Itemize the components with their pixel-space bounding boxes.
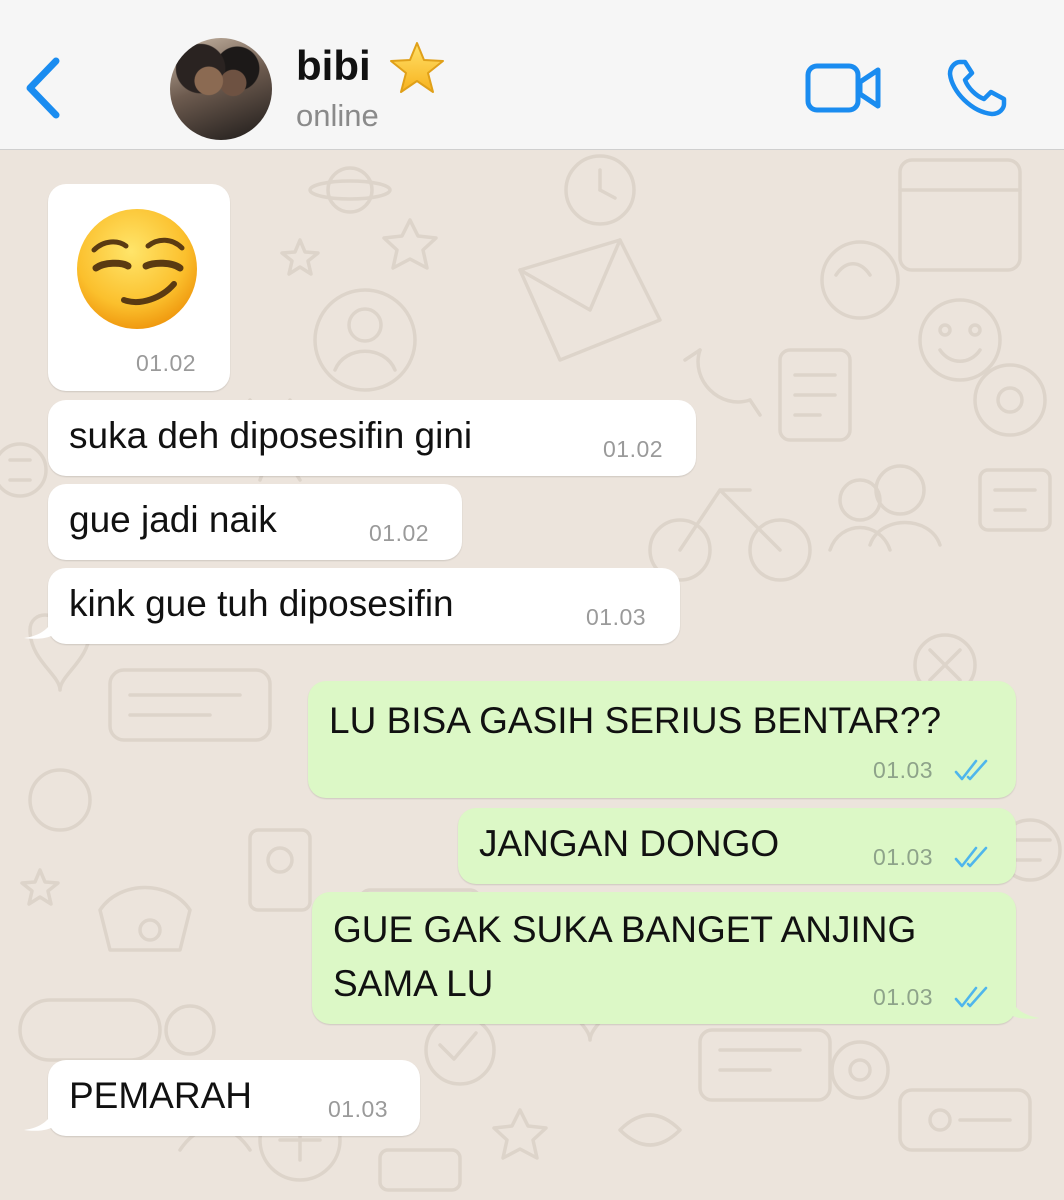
message-time: 01.03 bbox=[328, 1096, 389, 1122]
message-time: 01.03 bbox=[873, 757, 934, 783]
message-text: JANGAN DONGO bbox=[479, 823, 780, 864]
incoming-message[interactable]: PEMARAH 01.03 bbox=[48, 1060, 420, 1136]
message-text-line-1: GUE GAK SUKA BANGET ANJING bbox=[333, 909, 917, 950]
message-text: PEMARAH bbox=[69, 1075, 252, 1116]
message-time: 01.03 bbox=[873, 844, 934, 870]
message-text: kink gue tuh diposesifin bbox=[69, 583, 454, 624]
read-receipt-icon bbox=[954, 986, 988, 1008]
avatar[interactable] bbox=[170, 38, 272, 140]
outgoing-message[interactable]: GUE GAK SUKA BANGET ANJING SAMA LU 01.03 bbox=[312, 892, 1016, 1024]
message-text-line-2: SAMA LU bbox=[333, 963, 494, 1004]
message-time: 01.02 bbox=[369, 520, 430, 546]
read-receipt-icon bbox=[954, 846, 988, 868]
video-camera-icon[interactable] bbox=[804, 62, 882, 114]
incoming-message[interactable]: gue jadi naik 01.02 bbox=[48, 484, 462, 560]
outgoing-message[interactable]: LU BISA GASIH SERIUS BENTAR?? 01.03 bbox=[308, 681, 1016, 798]
star-icon bbox=[390, 42, 444, 93]
message-time: 01.02 bbox=[136, 350, 197, 376]
bubble-tail bbox=[24, 614, 54, 639]
outgoing-message[interactable]: JANGAN DONGO 01.03 bbox=[458, 808, 1016, 884]
message-time: 01.03 bbox=[873, 984, 934, 1010]
chevron-left-icon[interactable] bbox=[22, 55, 66, 121]
message-time: 01.03 bbox=[586, 604, 647, 630]
contact-status: online bbox=[296, 98, 379, 133]
smirking-face-icon bbox=[77, 209, 197, 329]
contact-name[interactable]: bibi bbox=[296, 40, 371, 92]
chat-area[interactable]: 01.02 suka deh diposesifin gini 01.02 gu… bbox=[0, 150, 1064, 1200]
message-text: suka deh diposesifin gini bbox=[69, 415, 473, 456]
incoming-emoji-message[interactable]: 01.02 bbox=[48, 184, 230, 391]
bubble-tail bbox=[24, 1106, 54, 1131]
read-receipt-icon bbox=[954, 759, 988, 781]
message-text: LU BISA GASIH SERIUS BENTAR?? bbox=[329, 700, 942, 741]
incoming-message[interactable]: kink gue tuh diposesifin 01.03 bbox=[48, 568, 680, 644]
phone-icon[interactable] bbox=[946, 58, 1010, 118]
message-text: gue jadi naik bbox=[69, 499, 277, 540]
message-time: 01.02 bbox=[603, 436, 664, 462]
chat-header: bibi online bbox=[0, 0, 1064, 150]
incoming-message[interactable]: suka deh diposesifin gini 01.02 bbox=[48, 400, 696, 476]
bubble-tail bbox=[1010, 994, 1040, 1019]
